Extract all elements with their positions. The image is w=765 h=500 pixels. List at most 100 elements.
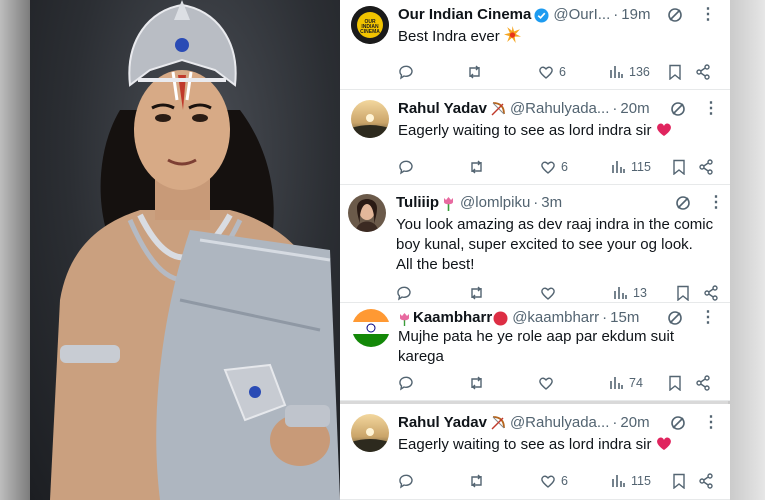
grok-icon[interactable]	[670, 415, 686, 431]
like-button[interactable]: 6	[540, 472, 568, 490]
tweet-actions: 13	[396, 284, 726, 302]
timestamp[interactable]: 20m	[620, 100, 649, 118]
tweet-text-line: You look amazing as dev raaj indra in th…	[396, 216, 714, 233]
author-handle[interactable]: @OurI...	[553, 6, 610, 24]
photo-panel	[0, 0, 340, 500]
tweet-card[interactable]: OUR INDIAN CINEMA Our Indian Cinema @Our…	[340, 0, 730, 90]
heart-icon	[541, 287, 555, 300]
red-heart-icon	[656, 123, 671, 136]
view-count: 13	[633, 286, 647, 300]
share-icon	[704, 285, 718, 301]
reply-button[interactable]	[396, 284, 412, 302]
avatar[interactable]	[351, 414, 389, 452]
timestamp[interactable]: 15m	[610, 309, 639, 327]
tweet-actions: 6 115	[398, 472, 718, 490]
avatar[interactable]: OUR INDIAN CINEMA	[351, 6, 389, 44]
repost-button[interactable]	[468, 374, 485, 392]
bow-arrow-icon	[491, 416, 505, 430]
reply-button[interactable]	[398, 472, 414, 490]
heart-icon	[541, 475, 555, 488]
like-button[interactable]	[538, 374, 554, 392]
red-circle-icon	[493, 311, 508, 325]
like-button[interactable]: 6	[540, 158, 568, 176]
tweet-card[interactable]: Kaambharr @kaambharr · 15m ⋮ Mujhe pata …	[340, 303, 730, 401]
repost-icon	[469, 65, 480, 79]
reply-feed: OUR INDIAN CINEMA Our Indian Cinema @Our…	[340, 0, 730, 500]
tweet-card[interactable]: Rahul Yadav @Rahulyada... · 20m ⋮ Eagerl…	[340, 404, 730, 500]
tweet-card[interactable]: Tuliiip @lomlpiku · 3m ⋮ You look amazin…	[340, 185, 730, 303]
reply-icon	[399, 474, 413, 489]
reply-icon	[399, 160, 413, 175]
reply-button[interactable]	[398, 374, 414, 392]
author-name[interactable]: Rahul Yadav	[398, 414, 487, 432]
views-button[interactable]: 74	[608, 374, 643, 392]
like-button[interactable]: 6	[538, 63, 566, 81]
verified-badge-icon	[534, 7, 549, 23]
repost-icon	[471, 286, 482, 300]
avatar[interactable]	[352, 309, 390, 347]
avatar[interactable]	[348, 194, 386, 232]
repost-button[interactable]	[468, 158, 485, 176]
author-handle[interactable]: @kaambharr	[512, 309, 599, 327]
share-button[interactable]	[695, 63, 711, 81]
share-button[interactable]	[703, 284, 719, 302]
like-button[interactable]	[540, 284, 556, 302]
avatar[interactable]	[351, 100, 389, 138]
like-count: 6	[559, 65, 566, 79]
bookmark-icon	[673, 473, 685, 489]
timestamp[interactable]: 19m	[621, 6, 650, 24]
bookmark-button[interactable]	[668, 63, 682, 81]
reply-button[interactable]	[398, 63, 414, 81]
tweet-text-line: All the best!	[396, 256, 475, 273]
more-options-icon[interactable]: ⋮	[708, 195, 724, 211]
more-options-icon[interactable]: ⋮	[703, 101, 719, 117]
more-options-icon[interactable]: ⋮	[700, 7, 716, 23]
share-button[interactable]	[698, 472, 714, 490]
author-handle[interactable]: @Rahulyada...	[510, 414, 609, 432]
view-count: 136	[629, 65, 650, 79]
bookmark-button[interactable]	[676, 284, 690, 302]
bookmark-button[interactable]	[672, 472, 686, 490]
timestamp[interactable]: 3m	[541, 194, 562, 212]
author-handle[interactable]: @lomlpiku	[460, 194, 530, 212]
pink-tulip-icon	[400, 312, 409, 326]
share-icon	[699, 159, 713, 175]
bookmark-button[interactable]	[668, 374, 682, 392]
reply-icon	[399, 376, 413, 391]
separator-dot: ·	[612, 414, 618, 431]
views-button[interactable]: 136	[608, 63, 650, 81]
share-button[interactable]	[698, 158, 714, 176]
grok-icon[interactable]	[667, 310, 683, 326]
views-button[interactable]: 115	[610, 472, 651, 490]
author-handle[interactable]: @Rahulyada...	[510, 100, 609, 118]
collision-emoji-icon	[503, 26, 521, 43]
share-icon	[699, 473, 713, 489]
tweet-card[interactable]: Rahul Yadav @Rahulyada... · 20m ⋮ Eagerl…	[340, 90, 730, 185]
tweet-text-line: boy kunal, super excited to see your og …	[396, 236, 693, 253]
reply-button[interactable]	[398, 158, 414, 176]
views-button[interactable]: 13	[612, 284, 647, 302]
more-options-icon[interactable]: ⋮	[703, 415, 719, 431]
timestamp[interactable]: 20m	[620, 414, 649, 432]
view-count: 115	[631, 160, 651, 174]
more-options-icon[interactable]: ⋮	[700, 310, 716, 326]
repost-button[interactable]	[468, 472, 485, 490]
share-button[interactable]	[695, 374, 711, 392]
views-button[interactable]: 115	[610, 158, 651, 176]
views-icon	[610, 377, 623, 389]
grok-icon[interactable]	[675, 195, 691, 211]
separator-dot: ·	[613, 6, 619, 23]
author-name[interactable]: Our Indian Cinema	[398, 6, 531, 24]
repost-button[interactable]	[466, 63, 483, 81]
repost-icon	[471, 474, 482, 488]
bookmark-button[interactable]	[672, 158, 686, 176]
author-name[interactable]: Rahul Yadav	[398, 100, 487, 118]
separator-dot: ·	[602, 309, 608, 326]
repost-button[interactable]	[468, 284, 485, 302]
author-name[interactable]: Kaambharr	[413, 309, 492, 327]
tweet-text-line: Mujhe pata he ye role aap par ekdum suit	[398, 328, 674, 345]
grok-icon[interactable]	[667, 7, 683, 23]
author-name[interactable]: Tuliiip	[396, 194, 439, 212]
grok-icon[interactable]	[670, 101, 686, 117]
photo-blur-edge	[0, 0, 30, 500]
